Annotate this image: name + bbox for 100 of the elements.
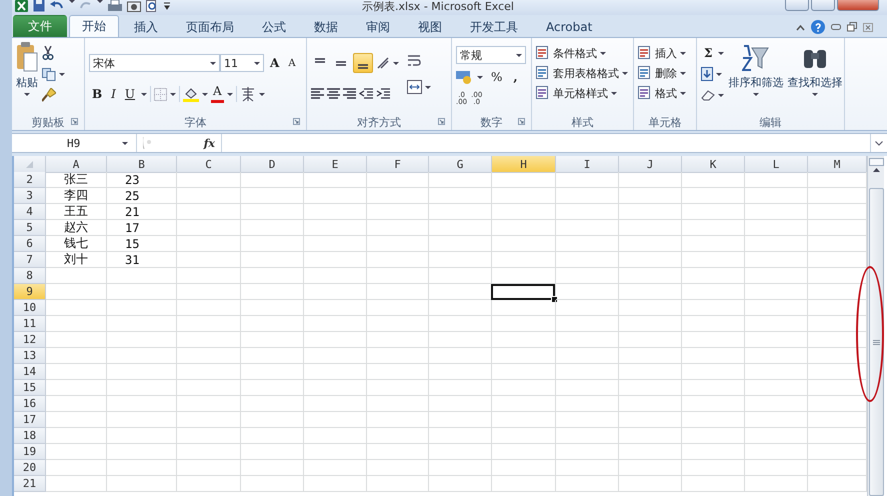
- row-header[interactable]: 7: [14, 252, 46, 268]
- decrease-indent-icon[interactable]: [359, 88, 373, 100]
- phonetic-guide-icon[interactable]: [240, 86, 256, 102]
- column-header[interactable]: A: [46, 156, 107, 173]
- underline-button[interactable]: U: [122, 85, 138, 103]
- row-header[interactable]: 19: [14, 444, 46, 460]
- autosum-button[interactable]: Σ: [701, 44, 716, 62]
- ribbon-tab[interactable]: 视图: [405, 16, 455, 37]
- bold-button[interactable]: B: [89, 85, 106, 103]
- row-header[interactable]: 21: [14, 476, 46, 492]
- caret-icon[interactable]: [680, 52, 686, 54]
- print-icon[interactable]: [108, 0, 122, 12]
- caret-icon[interactable]: [69, 0, 75, 3]
- camera-icon[interactable]: [127, 0, 141, 12]
- row-header[interactable]: 8: [14, 268, 46, 284]
- dialog-launcher-icon[interactable]: [438, 118, 445, 125]
- row-header[interactable]: 20: [14, 460, 46, 476]
- save-icon[interactable]: [33, 0, 45, 12]
- number-format-field[interactable]: 常规: [456, 46, 526, 64]
- caret-icon[interactable]: [202, 92, 208, 96]
- cut-icon[interactable]: [42, 46, 54, 60]
- column-header[interactable]: M: [808, 156, 867, 173]
- increase-indent-icon[interactable]: [376, 88, 390, 100]
- ribbon-tab[interactable]: 审阅: [353, 16, 403, 37]
- paste-button[interactable]: 粘贴: [16, 42, 38, 114]
- font-color-button[interactable]: A: [211, 85, 224, 103]
- row-header[interactable]: 10: [14, 300, 46, 316]
- row-header[interactable]: 14: [14, 364, 46, 380]
- caret-icon[interactable]: [812, 93, 818, 96]
- column-header[interactable]: I: [556, 156, 619, 173]
- align-right-icon[interactable]: [343, 88, 356, 100]
- copy-icon[interactable]: [42, 68, 56, 80]
- column-header[interactable]: H: [492, 156, 556, 173]
- font-size-field[interactable]: 11: [220, 54, 264, 72]
- column-header[interactable]: K: [682, 156, 745, 173]
- row-header[interactable]: 5: [14, 220, 46, 236]
- format-painter-icon[interactable]: [42, 88, 56, 102]
- font-name-field[interactable]: 宋体: [89, 54, 220, 72]
- cell-command-button[interactable]: 插入: [638, 44, 692, 62]
- caret-icon[interactable]: [516, 54, 522, 56]
- row-header[interactable]: 12: [14, 332, 46, 348]
- sort-filter-button[interactable]: 排序和筛选: [728, 42, 784, 114]
- row-header[interactable]: 9: [14, 284, 46, 300]
- ribbon-tab[interactable]: 插入: [121, 16, 171, 37]
- caret-icon[interactable]: [393, 62, 399, 64]
- print-preview-icon[interactable]: [146, 0, 158, 12]
- vertical-align-button[interactable]: [353, 53, 373, 73]
- caret-icon[interactable]: [716, 72, 722, 76]
- column-header[interactable]: L: [745, 156, 808, 173]
- caret-icon[interactable]: [752, 93, 759, 96]
- insert-function-button[interactable]: fx: [204, 136, 215, 150]
- row-header[interactable]: 16: [14, 396, 46, 412]
- row-header[interactable]: 4: [14, 204, 46, 220]
- file-tab[interactable]: 文件: [13, 15, 67, 37]
- caret-icon[interactable]: [680, 92, 686, 94]
- style-command-button[interactable]: 条件格式: [536, 44, 629, 62]
- minimize-button[interactable]: [785, 0, 809, 11]
- merge-cells-icon[interactable]: [407, 80, 422, 94]
- text-orientation-icon[interactable]: [376, 56, 390, 70]
- row-header[interactable]: 2: [14, 172, 46, 188]
- maximize-button[interactable]: [811, 0, 835, 11]
- fill-down-icon[interactable]: [701, 67, 713, 81]
- name-box[interactable]: H9: [12, 134, 137, 152]
- grow-font-button[interactable]: A: [267, 54, 282, 72]
- ribbon-tab[interactable]: 页面布局: [173, 16, 247, 37]
- row-header[interactable]: 18: [14, 428, 46, 444]
- comma-style-button[interactable]: ,: [510, 68, 521, 86]
- caret-icon[interactable]: [226, 92, 233, 96]
- expand-formula-icon[interactable]: [875, 140, 883, 146]
- caret-icon[interactable]: [258, 92, 265, 96]
- caret-icon[interactable]: [97, 0, 103, 3]
- caret-icon[interactable]: [611, 92, 617, 94]
- align-center-icon[interactable]: [327, 88, 340, 100]
- cell-command-button[interactable]: 删除: [638, 64, 692, 82]
- restore-icon[interactable]: [847, 22, 857, 32]
- italic-button[interactable]: I: [108, 85, 119, 103]
- excel-icon[interactable]: [15, 0, 28, 12]
- caret-icon[interactable]: [59, 72, 65, 76]
- row-header[interactable]: 15: [14, 380, 46, 396]
- dialog-launcher-icon[interactable]: [71, 118, 78, 125]
- style-command-button[interactable]: 套用表格格式: [536, 64, 629, 82]
- eraser-icon[interactable]: [701, 89, 715, 101]
- dialog-launcher-icon[interactable]: [518, 118, 525, 125]
- row-header[interactable]: 13: [14, 348, 46, 364]
- caret-icon[interactable]: [210, 62, 216, 64]
- row-header[interactable]: 17: [14, 412, 46, 428]
- row-header[interactable]: 6: [14, 236, 46, 252]
- ribbon-tab[interactable]: 公式: [249, 16, 299, 37]
- column-header[interactable]: F: [367, 156, 429, 173]
- align-left-icon[interactable]: [311, 88, 324, 100]
- caret-icon[interactable]: [141, 92, 148, 96]
- caret-icon[interactable]: [477, 76, 483, 78]
- row-header[interactable]: 11: [14, 316, 46, 332]
- column-header[interactable]: E: [304, 156, 367, 173]
- collapse-ribbon-icon[interactable]: [796, 24, 805, 30]
- ribbon-tab[interactable]: 数据: [301, 16, 351, 37]
- scroll-thumb[interactable]: [868, 188, 884, 496]
- scroll-up-icon[interactable]: [872, 168, 880, 172]
- row-header[interactable]: 3: [14, 188, 46, 204]
- find-select-button[interactable]: 查找和选择: [787, 42, 842, 114]
